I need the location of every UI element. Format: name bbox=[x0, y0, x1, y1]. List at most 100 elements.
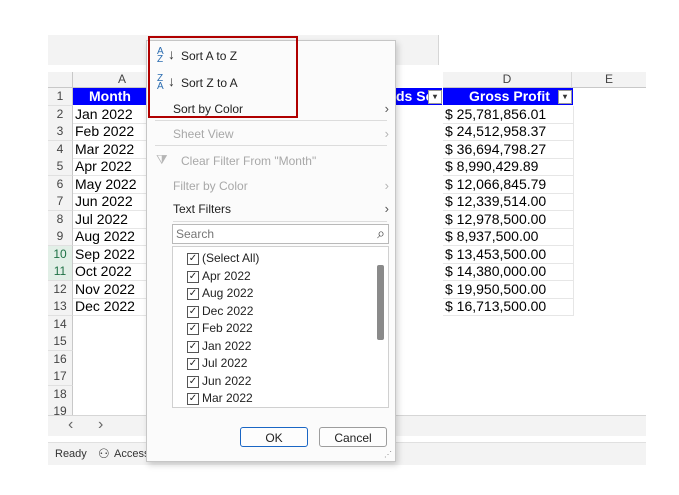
gross-profit-cell[interactable]: $ 12,978,500.00 bbox=[443, 210, 574, 229]
gross-profit-header-label: Gross Profit bbox=[469, 88, 550, 104]
checkbox-checked-icon[interactable]: ✓ bbox=[187, 305, 199, 318]
row-header[interactable]: 14 bbox=[48, 315, 73, 334]
month-cell[interactable]: Dec 2022 bbox=[73, 298, 149, 316]
month-cell[interactable]: Nov 2022 bbox=[73, 280, 149, 299]
gross-profit-cell[interactable]: $ 16,713,500.00 bbox=[443, 298, 574, 316]
row-header[interactable]: 4 bbox=[48, 140, 73, 159]
month-cell[interactable]: Feb 2022 bbox=[73, 123, 149, 141]
filter-list-item-label: Jun 2022 bbox=[202, 373, 252, 388]
filter-by-color-item: Filter by Color › bbox=[147, 174, 395, 198]
gross-profit-header-cell[interactable]: Gross Profit ▾ bbox=[443, 88, 573, 105]
month-cell[interactable]: May 2022 bbox=[73, 175, 149, 194]
ribbon-blank bbox=[438, 35, 646, 65]
menu-divider bbox=[155, 145, 387, 146]
gross-profit-cell[interactable]: $ 36,694,798.27 bbox=[443, 140, 574, 159]
month-cell[interactable]: Jan 2022 bbox=[73, 105, 149, 124]
filter-search-input[interactable]: Search ⌕ bbox=[172, 224, 389, 244]
column-header-e[interactable]: E bbox=[572, 72, 646, 88]
checkbox-checked-icon[interactable]: ✓ bbox=[187, 288, 199, 300]
checkbox-checked-icon[interactable]: ✓ bbox=[187, 340, 199, 353]
row-header[interactable]: 18 bbox=[48, 385, 73, 404]
filter-list-item-label: Feb 2022 bbox=[202, 321, 253, 335]
row-header[interactable]: 10 bbox=[48, 245, 73, 264]
column-header-d[interactable]: D bbox=[443, 72, 572, 88]
partial-header-cell: ds So ▾ bbox=[394, 88, 442, 105]
filter-list-item-label: Aug 2022 bbox=[202, 286, 254, 300]
filter-by-color-label: Filter by Color bbox=[173, 179, 248, 193]
checkbox-checked-icon[interactable]: ✓ bbox=[187, 375, 199, 388]
gross-profit-cell[interactable]: $ 8,990,429.89 bbox=[443, 158, 574, 176]
gross-profit-cell[interactable]: $ 12,066,845.79 bbox=[443, 175, 574, 194]
sort-options-highlight bbox=[148, 36, 298, 118]
checkbox-checked-icon[interactable]: ✓ bbox=[187, 253, 199, 265]
prev-sheet-arrow-icon[interactable]: ‹ bbox=[68, 416, 73, 434]
text-filters-label: Text Filters bbox=[173, 202, 232, 216]
gross-profit-cell[interactable]: $ 25,781,856.01 bbox=[443, 105, 574, 124]
month-cell[interactable]: Mar 2022 bbox=[73, 140, 149, 159]
row-header[interactable]: 8 bbox=[48, 210, 73, 229]
checkbox-checked-icon[interactable]: ✓ bbox=[187, 358, 199, 370]
gross-profit-filter-button[interactable]: ▾ bbox=[558, 90, 572, 104]
text-filters-item[interactable]: Text Filters › bbox=[147, 197, 395, 221]
cancel-button[interactable]: Cancel bbox=[319, 427, 387, 447]
month-cell[interactable]: Jun 2022 bbox=[73, 193, 149, 211]
row-header[interactable]: 11 bbox=[48, 263, 73, 281]
gross-profit-cell[interactable]: $ 24,512,958.37 bbox=[443, 123, 574, 141]
resize-grip-icon[interactable]: ⋰ bbox=[384, 450, 392, 459]
clear-filter-label: Clear Filter From "Month" bbox=[181, 154, 317, 168]
menu-divider bbox=[173, 221, 387, 222]
month-cell[interactable]: Aug 2022 bbox=[73, 228, 149, 246]
row-header[interactable]: 3 bbox=[48, 123, 73, 141]
accessibility-icon[interactable]: ⚇ bbox=[98, 446, 110, 462]
next-sheet-arrow-icon[interactable]: › bbox=[98, 416, 103, 434]
row-header[interactable]: 5 bbox=[48, 158, 73, 176]
month-cell[interactable]: Oct 2022 bbox=[73, 263, 149, 281]
row-header[interactable]: 9 bbox=[48, 228, 73, 246]
filter-list-item-label: Jul 2022 bbox=[202, 356, 248, 370]
month-cell[interactable]: Apr 2022 bbox=[73, 158, 149, 176]
filter-list-item-label: Mar 2022 bbox=[202, 391, 253, 405]
filter-values-list[interactable]: ✓ (Select All) ✓ Apr 2022 ✓ Aug 2022 ✓ Dec 2022… bbox=[172, 246, 389, 408]
sheet-view-item: Sheet View › bbox=[147, 122, 395, 146]
submenu-arrow-icon: › bbox=[384, 101, 389, 116]
row-header[interactable]: 17 bbox=[48, 368, 73, 386]
list-scrollbar-thumb[interactable] bbox=[377, 265, 384, 340]
filter-list-item-label: Dec 2022 bbox=[202, 303, 254, 318]
filter-list-item-label: Jan 2022 bbox=[202, 338, 252, 353]
sheet-view-label: Sheet View bbox=[173, 127, 234, 141]
status-ready: Ready bbox=[55, 448, 87, 460]
gross-profit-cell[interactable]: $ 12,339,514.00 bbox=[443, 193, 574, 211]
menu-divider bbox=[155, 120, 387, 121]
row-header[interactable]: 6 bbox=[48, 175, 73, 194]
gross-profit-cell[interactable]: $ 19,950,500.00 bbox=[443, 280, 574, 299]
submenu-arrow-icon: › bbox=[384, 178, 389, 193]
clear-filter-item: ⧩ Clear Filter From "Month" bbox=[147, 149, 395, 173]
row-header[interactable]: 12 bbox=[48, 280, 73, 299]
checkbox-checked-icon[interactable]: ✓ bbox=[187, 323, 199, 335]
row-header[interactable]: 16 bbox=[48, 350, 73, 369]
checkbox-checked-icon[interactable]: ✓ bbox=[187, 270, 199, 283]
row-header[interactable]: 1 bbox=[48, 88, 73, 106]
gross-profit-cell[interactable]: $ 13,453,500.00 bbox=[443, 245, 574, 264]
filter-list-item-label: Apr 2022 bbox=[202, 268, 251, 283]
month-header-cell[interactable]: Month ▾ bbox=[73, 88, 170, 105]
checkbox-checked-icon[interactable]: ✓ bbox=[187, 393, 199, 405]
filter-list-item-label: (Select All) bbox=[202, 251, 260, 265]
partial-filter-button[interactable]: ▾ bbox=[428, 90, 442, 104]
month-header-label: Month bbox=[89, 88, 131, 104]
month-cell[interactable]: Sep 2022 bbox=[73, 245, 149, 264]
select-all-corner[interactable] bbox=[48, 72, 73, 88]
row-header[interactable]: 13 bbox=[48, 298, 73, 316]
gross-profit-cell[interactable]: $ 8,937,500.00 bbox=[443, 228, 574, 246]
clear-filter-icon: ⧩ bbox=[156, 152, 168, 167]
month-cell[interactable]: Jul 2022 bbox=[73, 210, 149, 229]
gross-profit-cell[interactable]: $ 14,380,000.00 bbox=[443, 263, 574, 281]
submenu-arrow-icon: › bbox=[384, 201, 389, 216]
ok-button[interactable]: OK bbox=[240, 427, 308, 447]
row-header[interactable]: 7 bbox=[48, 193, 73, 211]
submenu-arrow-icon: › bbox=[384, 126, 389, 141]
search-icon: ⌕ bbox=[377, 225, 385, 241]
row-header[interactable]: 2 bbox=[48, 105, 73, 124]
search-placeholder: Search bbox=[176, 227, 215, 241]
row-header[interactable]: 15 bbox=[48, 333, 73, 351]
